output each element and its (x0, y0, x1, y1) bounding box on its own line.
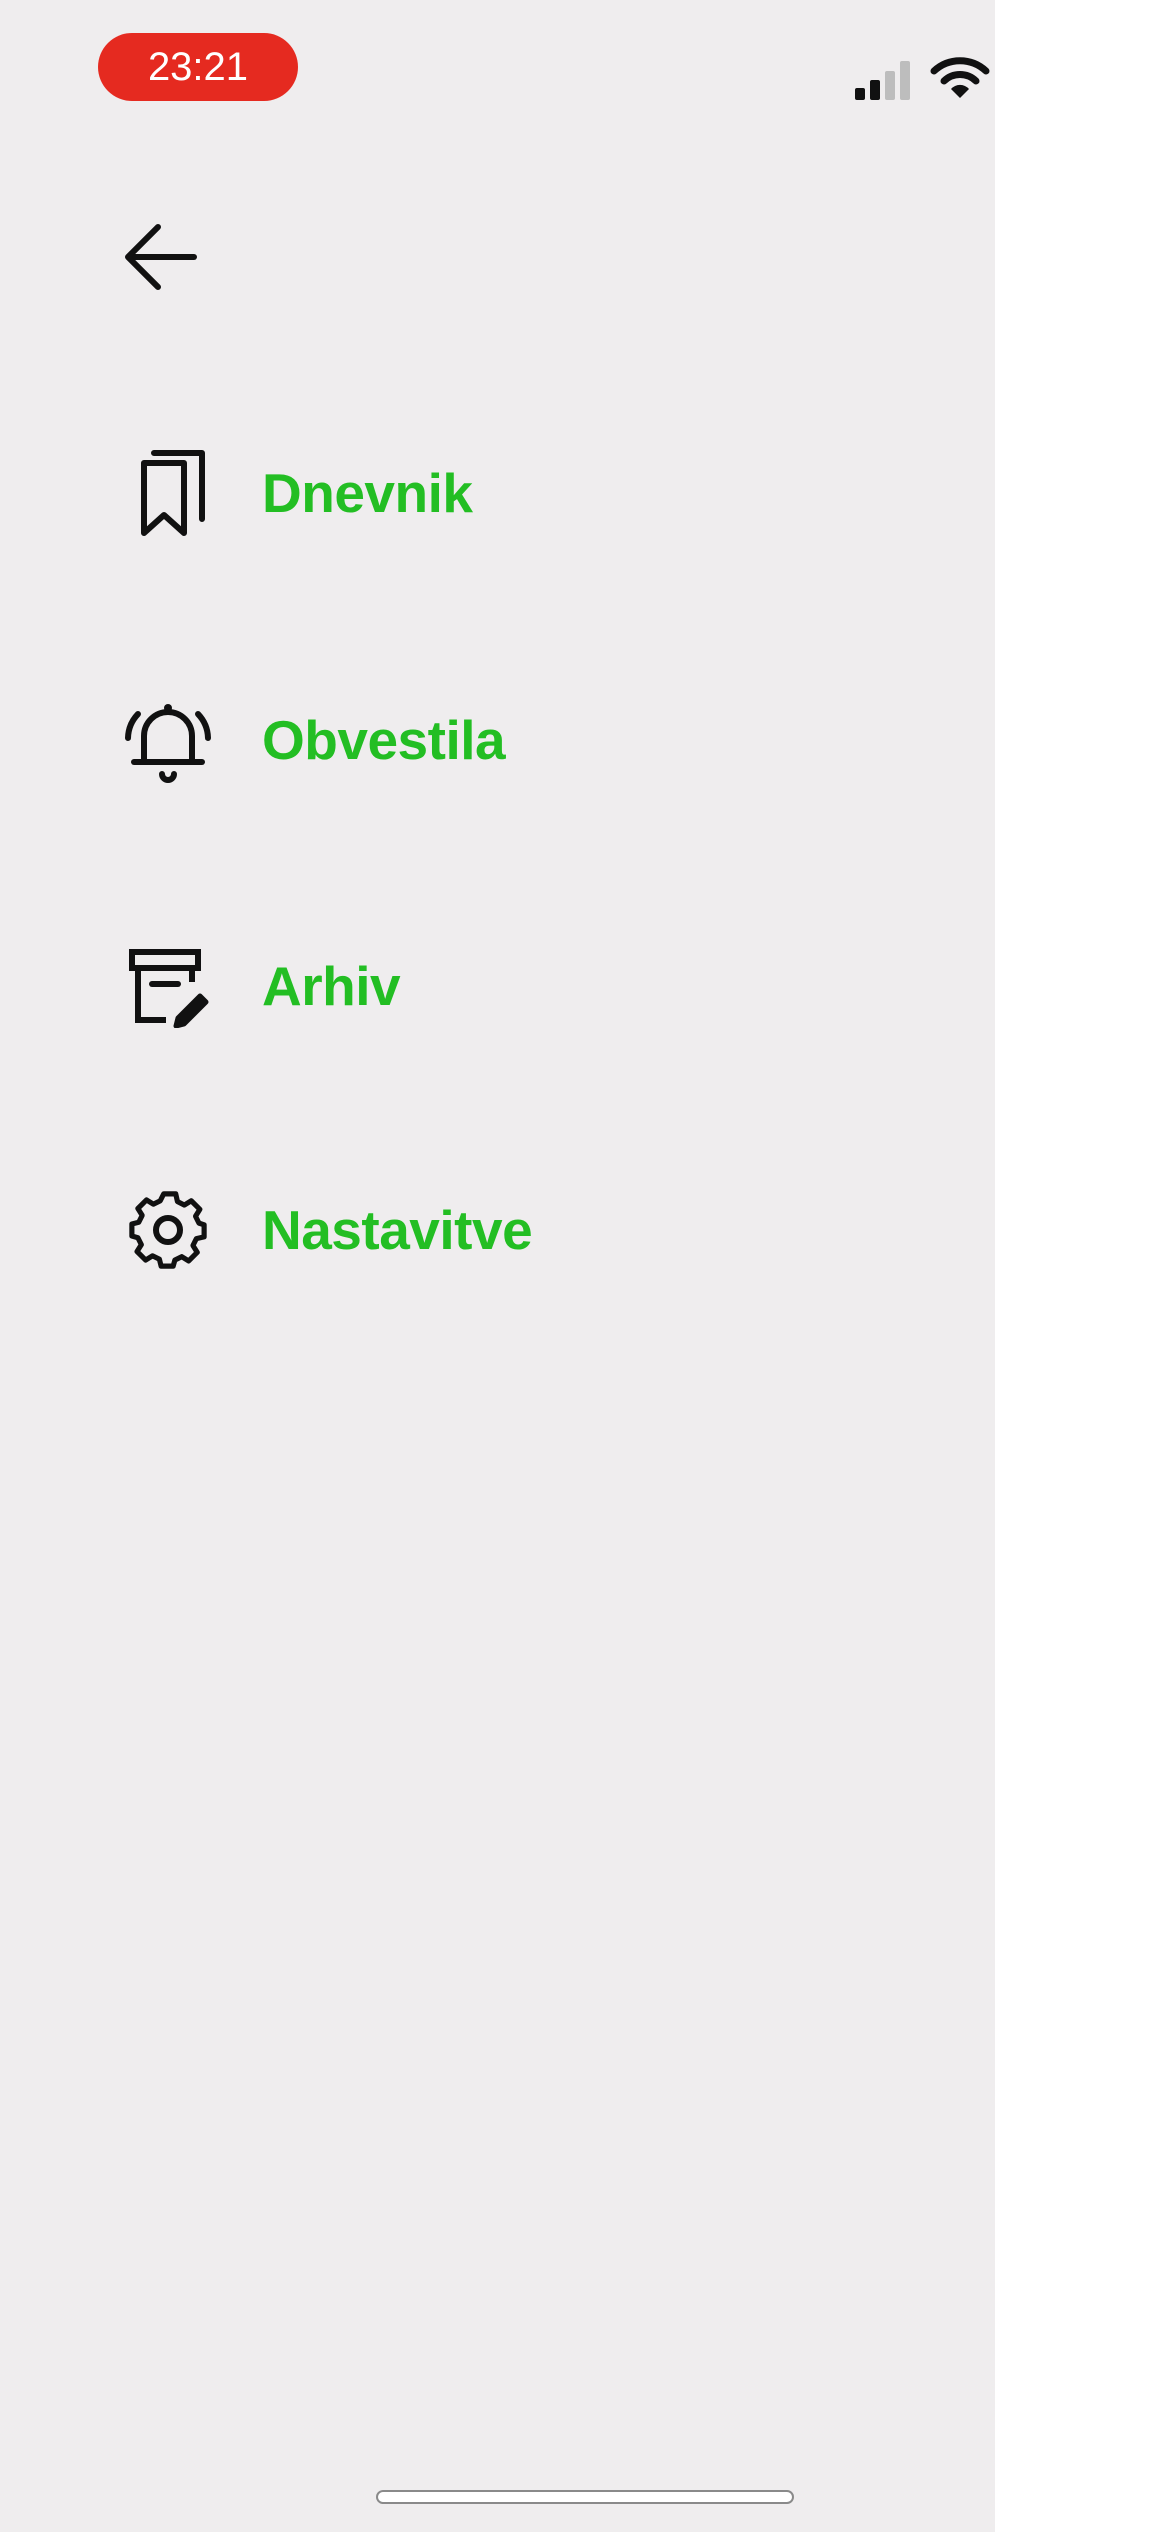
navigation-drawer: 23:21 79 (0, 0, 1092, 2532)
wifi-icon (930, 55, 990, 101)
menu-item-label: Obvestila (262, 709, 506, 771)
menu-item-label: Arhiv (262, 955, 401, 1017)
bookmarks-icon (118, 443, 218, 543)
menu-item-arhiv[interactable]: Arhiv (118, 926, 878, 1046)
gear-icon (118, 1180, 218, 1280)
menu-item-dnevnik[interactable]: Dnevnik (118, 433, 878, 553)
app-screen: 23:21 79 (0, 0, 1170, 2532)
back-button[interactable] (112, 215, 208, 299)
archive-edit-icon (118, 936, 218, 1036)
menu-item-label: Nastavitve (262, 1199, 533, 1261)
status-time: 23:21 (98, 33, 298, 101)
menu-item-nastavitve[interactable]: Nastavitve (118, 1170, 878, 1290)
arrow-left-icon (125, 224, 197, 290)
menu-item-label: Dnevnik (262, 462, 473, 524)
home-indicator[interactable] (376, 2490, 794, 2504)
cellular-signal-icon (853, 58, 917, 100)
content-panel[interactable] (995, 0, 1170, 2532)
bell-icon (118, 690, 218, 790)
menu-item-obvestila[interactable]: Obvestila (118, 680, 878, 800)
